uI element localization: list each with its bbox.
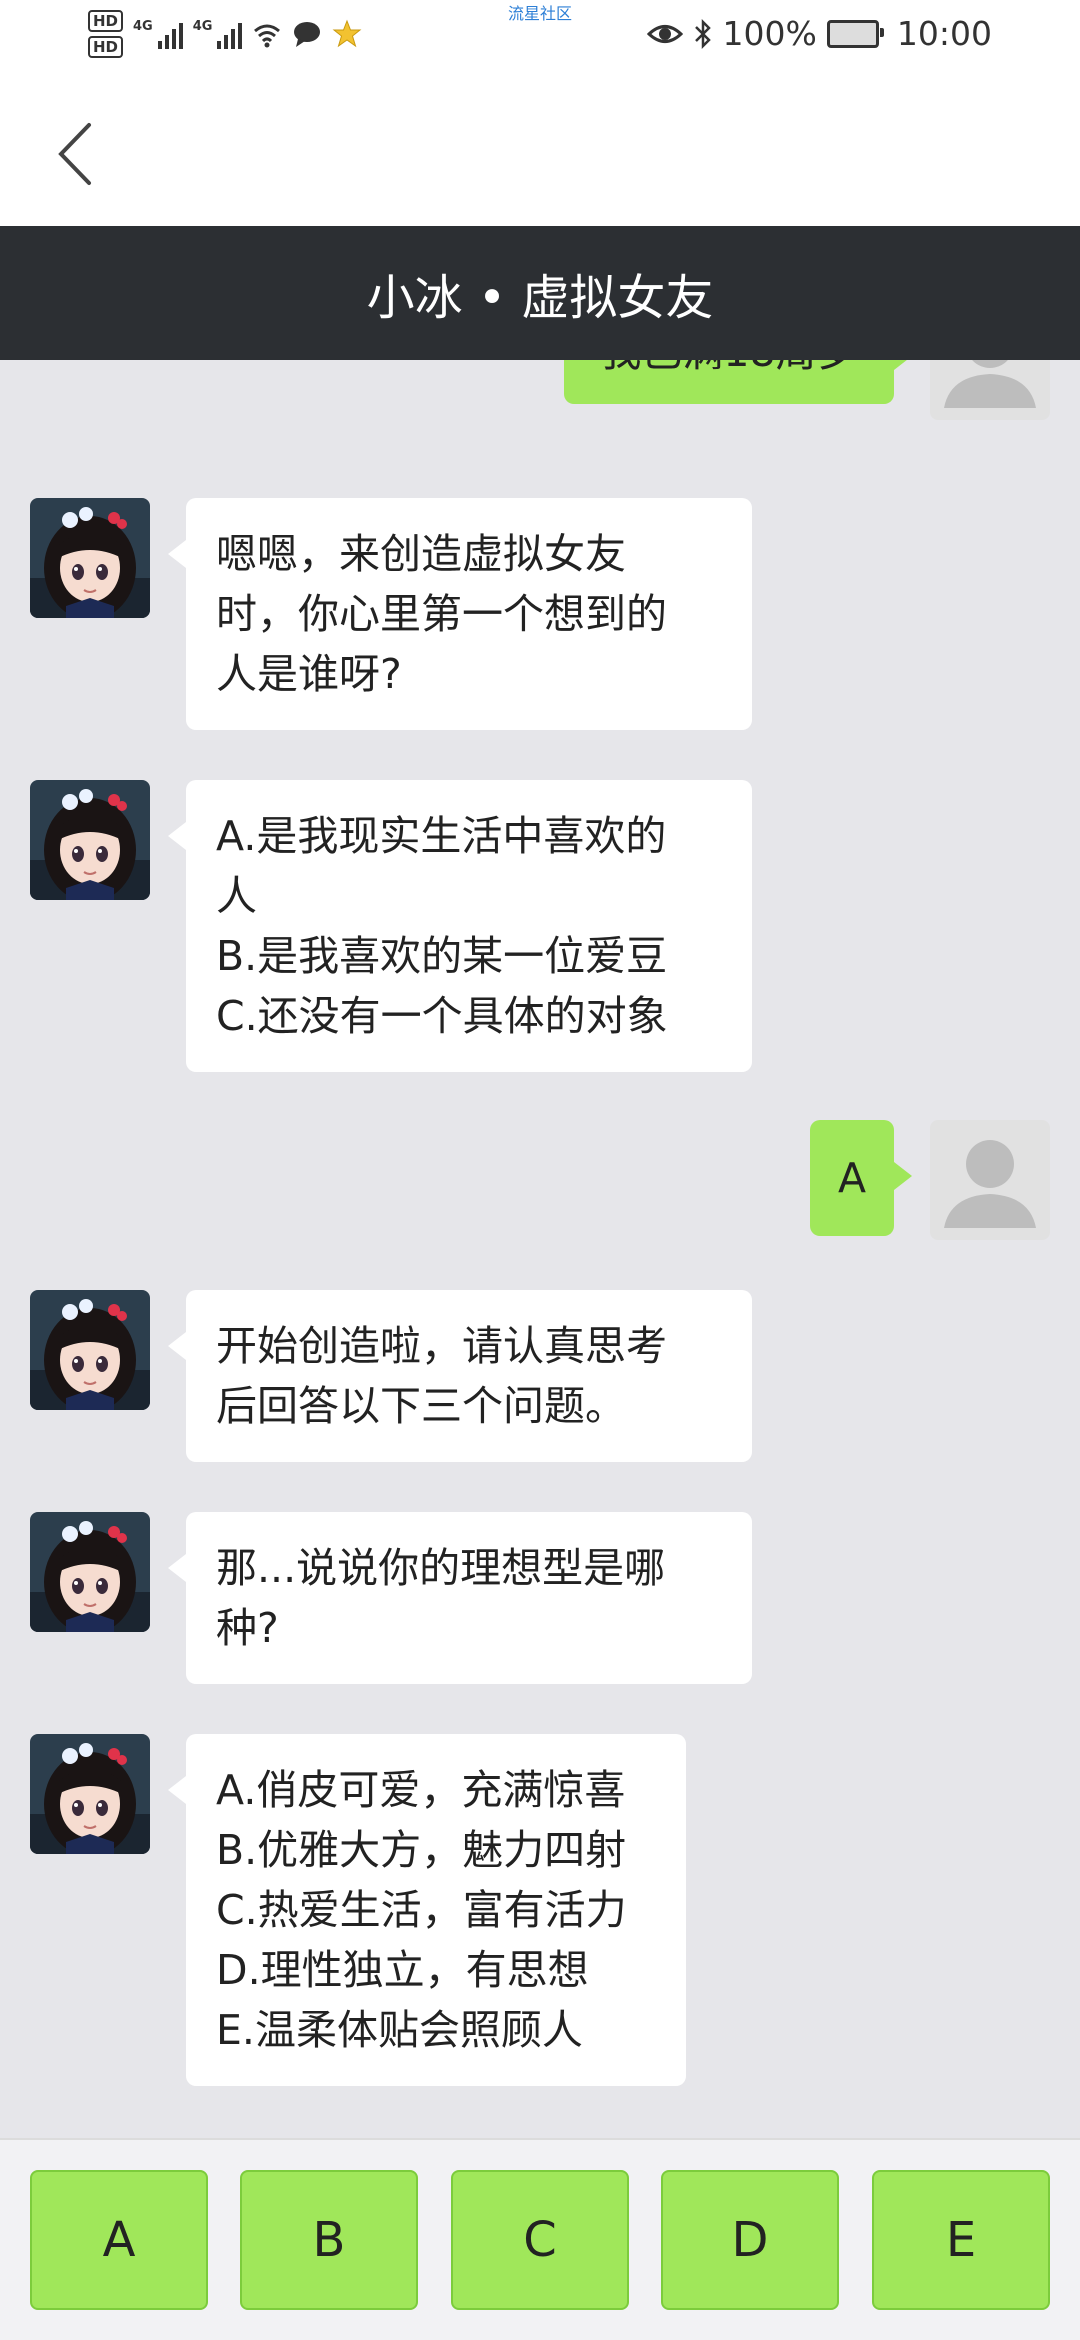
anime-girl-avatar-icon (30, 498, 150, 618)
back-button[interactable] (40, 114, 110, 194)
answer-button-a[interactable]: A (30, 2170, 208, 2310)
message-bubble-user: A (810, 1120, 912, 1236)
chat-title-bar: 小冰 • 虚拟女友 (0, 226, 1080, 360)
message-bubble-bot: 那...说说你的理想型是哪 种? (168, 1512, 752, 1684)
hd-badge-2: HD (88, 36, 124, 58)
nav-bar (0, 76, 1080, 226)
anime-girl-avatar-icon (30, 1512, 150, 1632)
user-avatar (930, 360, 1050, 420)
status-bar: HD HD 4G 4G 流星社区 100% 10:00 (0, 0, 1080, 76)
anime-girl-avatar-icon (30, 1734, 150, 1854)
status-time: 10:00 (896, 14, 992, 53)
bot-avatar (30, 780, 150, 900)
person-placeholder-icon (944, 1140, 1036, 1228)
chevron-left-icon (58, 123, 91, 185)
message-bubble-bot: A.是我现实生活中喜欢的 人 B.是我喜欢的某一位爱豆 C.还没有一个具体的对象 (168, 780, 752, 1072)
eye-comfort-icon (646, 24, 683, 43)
message-bubble-bot: 嗯嗯，来创造虚拟女友 时，你心里第一个想到的 人是谁呀? (168, 498, 752, 730)
message-bubble-user: 我已满18周岁 (564, 360, 912, 404)
battery-icon (826, 19, 884, 48)
message-bubble-bot: A.俏皮可爱，充满惊喜 B.优雅大方，魅力四射 C.热爱生活，富有活力 D.理性… (168, 1734, 686, 2086)
bluetooth-icon (694, 18, 711, 49)
bot-avatar (30, 498, 150, 618)
page-title: 小冰 • 虚拟女友 (366, 270, 714, 326)
user-avatar (930, 1120, 1050, 1240)
chat-area[interactable]: 我已满18周岁 嗯嗯，来创造虚拟女友 时，你心里第一个想到的 人是谁呀? (0, 360, 1080, 2138)
person-placeholder-icon (944, 360, 1036, 408)
status-right-icons: 100% 10:00 (646, 14, 992, 53)
answer-button-d[interactable]: D (661, 2170, 839, 2310)
anime-girl-avatar-icon (30, 1290, 150, 1410)
message-bubble-bot: 开始创造啦，请认真思考 后回答以下三个问题。 (168, 1290, 752, 1462)
bot-avatar (30, 1290, 150, 1410)
answer-button-e[interactable]: E (872, 2170, 1050, 2310)
bot-avatar (30, 1512, 150, 1632)
bot-avatar (30, 1734, 150, 1854)
answer-button-bar: A B C D E (0, 2138, 1080, 2340)
anime-girl-avatar-icon (30, 780, 150, 900)
answer-button-b[interactable]: B (240, 2170, 418, 2310)
battery-percent: 100% (722, 14, 817, 53)
answer-button-c[interactable]: C (451, 2170, 629, 2310)
